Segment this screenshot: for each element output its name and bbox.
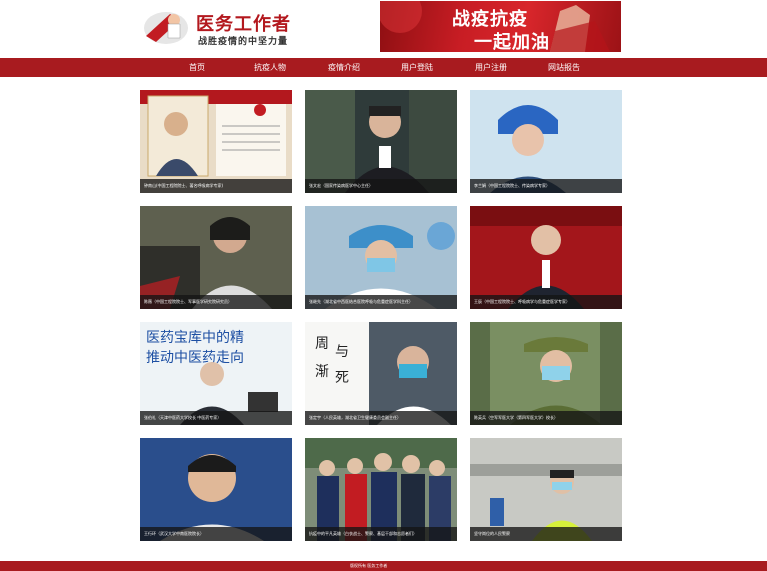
logo-icon	[144, 12, 188, 44]
logo-title: 医务工作者	[196, 14, 291, 35]
person-card[interactable]: 坚守岗位的人民警察	[470, 438, 622, 541]
person-caption: 王辰（中国工程院院士、呼吸病学与危重症医学专家）	[470, 295, 622, 309]
site-header: 医务工作者 战胜疫情的中坚力量 战疫抗疫 一起加油	[0, 0, 767, 58]
person-card[interactable]: 陈薇（中国工程院院士、军事医学研究院研究员）	[140, 206, 292, 309]
person-caption: 张伯礼（天津中医药大学校长 中医药专家）	[140, 411, 292, 425]
person-card[interactable]: 医药宝库中的精 推动中医药走向 张伯礼（天津中医药大学校长 中医药专家）	[140, 322, 292, 425]
banner-line-2: 一起加油	[474, 32, 550, 52]
person-card[interactable]: 张继先（湖北省中西医结合医院呼吸与危重症医学科主任）	[305, 206, 457, 309]
main-nav: 首页 抗疫人物 疫情介绍 用户登陆 用户注册 网站报告	[0, 58, 767, 77]
logo-subtitle: 战胜疫情的中坚力量	[198, 37, 289, 47]
nav-item-people[interactable]: 抗疫人物	[250, 58, 290, 77]
nav-item-epidemic[interactable]: 疫情介绍	[324, 58, 364, 77]
svg-text:死: 死	[335, 370, 349, 386]
svg-text:与: 与	[335, 344, 349, 360]
person-photo: 医药宝库中的精 推动中医药走向	[140, 322, 292, 425]
nav-item-login[interactable]: 用户登陆	[397, 58, 437, 77]
nav-item-register[interactable]: 用户注册	[471, 58, 511, 77]
person-caption: 抗疫中的平凡英雄（白衣战士、警察、基层干部和志愿者们）	[305, 527, 457, 541]
person-card[interactable]: 抗疫中的平凡英雄（白衣战士、警察、基层干部和志愿者们）	[305, 438, 457, 541]
person-caption: 钟南山(中国工程院院士、著名呼吸病学专家)	[140, 179, 292, 193]
site-logo[interactable]: 医务工作者 战胜疫情的中坚力量	[140, 8, 310, 48]
header-banner[interactable]: 战疫抗疫 一起加油	[380, 1, 621, 52]
person-photo	[470, 90, 622, 193]
person-caption: 张定宇（人民英雄，湖北省卫生健康委员会副主任）	[305, 411, 457, 425]
person-card[interactable]: 王辰（中国工程院院士、呼吸病学与危重症医学专家）	[470, 206, 622, 309]
person-caption: 陈薇（中国工程院院士、军事医学研究院研究员）	[140, 295, 292, 309]
person-card[interactable]: 张文宏（国家传染病医学中心主任）	[305, 90, 457, 193]
person-card[interactable]: 钟南山(中国工程院院士、著名呼吸病学专家)	[140, 90, 292, 193]
person-photo	[140, 438, 292, 541]
person-card[interactable]: 王行环（武汉大学中南医院院长）	[140, 438, 292, 541]
person-photo	[305, 438, 457, 541]
person-card[interactable]: 陈英兵（空军军医大学（第四军医大学）校长）	[470, 322, 622, 425]
person-photo	[305, 206, 457, 309]
person-photo	[470, 206, 622, 309]
svg-text:推动中医药走向: 推动中医药走向	[146, 350, 244, 366]
person-caption: 陈英兵（空军军医大学（第四军医大学）校长）	[470, 411, 622, 425]
nav-item-home[interactable]: 首页	[180, 58, 214, 77]
person-caption: 李兰娟（中国工程院院士、传染病学专家）	[470, 179, 622, 193]
footer-text: 版权所有 医务工作者	[350, 563, 388, 568]
person-card[interactable]: 李兰娟（中国工程院院士、传染病学专家）	[470, 90, 622, 193]
site-footer: 版权所有 医务工作者	[0, 561, 767, 571]
svg-text:周: 周	[315, 336, 329, 352]
person-caption: 张继先（湖北省中西医结合医院呼吸与危重症医学科主任）	[305, 295, 457, 309]
person-photo	[470, 322, 622, 425]
person-caption: 王行环（武汉大学中南医院院长）	[140, 527, 292, 541]
person-caption: 坚守岗位的人民警察	[470, 527, 622, 541]
nav-item-report[interactable]: 网站报告	[544, 58, 584, 77]
person-photo	[305, 90, 457, 193]
person-photo	[140, 90, 292, 193]
person-photo	[470, 438, 622, 541]
person-photo: 周 与 渐 死	[305, 322, 457, 425]
person-caption: 张文宏（国家传染病医学中心主任）	[305, 179, 457, 193]
svg-text:渐: 渐	[315, 364, 329, 380]
person-card[interactable]: 周 与 渐 死 张定宇（人民英雄，湖北省卫生健康委员会副主任）	[305, 322, 457, 425]
person-photo	[140, 206, 292, 309]
svg-text:医药宝库中的精: 医药宝库中的精	[146, 330, 244, 346]
